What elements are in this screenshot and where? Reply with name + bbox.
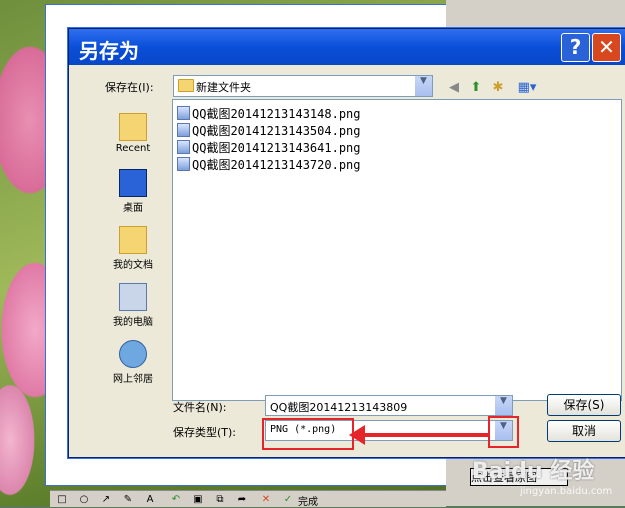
save-in-label: 保存在(I): xyxy=(105,81,154,94)
text-tool-icon[interactable]: A xyxy=(144,494,156,506)
png-file-icon xyxy=(177,123,190,137)
place-label: 我的文档 xyxy=(113,260,153,271)
place-desktop[interactable]: 桌面 xyxy=(100,169,166,214)
filename-label: 文件名(N): xyxy=(173,401,227,414)
png-file-icon xyxy=(177,157,190,171)
desktop-icon xyxy=(119,169,147,197)
list-item[interactable]: QQ截图20141213143504.png xyxy=(177,122,361,138)
places-bar: Recent 桌面 我的文档 我的电脑 网上邻居 xyxy=(100,99,166,399)
network-icon xyxy=(119,340,147,368)
chevron-down-icon[interactable]: ▼ xyxy=(414,76,432,96)
save-as-dialog: 另存为 ? ✕ 保存在(I): 新建文件夹 ▼ ◀ ⬆ ✱ ▦▾ Recent … xyxy=(68,28,625,458)
dialog-titlebar[interactable]: 另存为 ? ✕ xyxy=(69,29,625,65)
done-icon[interactable]: ✓ xyxy=(282,494,294,506)
share-icon[interactable]: ➦ xyxy=(236,494,248,506)
editor-toolbar: □ ○ ↗ ✎ A ↶ ▣ ⧉ ➦ ✕ ✓ 完成 xyxy=(50,490,446,508)
recent-folder-icon xyxy=(119,113,147,141)
place-label: Recent xyxy=(115,143,151,154)
place-computer[interactable]: 我的电脑 xyxy=(100,283,166,328)
filename-field[interactable]: QQ截图20141213143809 ▼ xyxy=(265,395,513,416)
help-button[interactable]: ? xyxy=(561,33,590,62)
cancel-icon[interactable]: ✕ xyxy=(260,494,272,506)
annotation-arrow-line xyxy=(361,433,489,437)
pen-tool-icon[interactable]: ✎ xyxy=(122,494,134,506)
save-icon[interactable]: ▣ xyxy=(192,494,204,506)
dropdown-highlight-box xyxy=(488,416,519,448)
dialog-title: 另存为 xyxy=(79,39,139,63)
arrow-tool-icon[interactable]: ↗ xyxy=(100,494,112,506)
undo-icon[interactable]: ↶ xyxy=(170,494,182,506)
ellipse-tool-icon[interactable]: ○ xyxy=(78,494,90,506)
save-in-combo[interactable]: 新建文件夹 ▼ xyxy=(173,75,433,97)
chevron-down-icon[interactable]: ▼ xyxy=(494,396,512,415)
place-documents[interactable]: 我的文档 xyxy=(100,226,166,271)
my-computer-icon xyxy=(119,283,147,311)
list-item[interactable]: QQ截图20141213143148.png xyxy=(177,105,361,121)
copy-icon[interactable]: ⧉ xyxy=(214,494,226,506)
cancel-button[interactable]: 取消 xyxy=(547,420,621,442)
place-network[interactable]: 网上邻居 xyxy=(100,340,166,385)
new-folder-icon[interactable]: ✱ xyxy=(489,79,507,97)
rectangle-tool-icon[interactable]: □ xyxy=(56,494,68,506)
folder-icon xyxy=(178,79,194,92)
filetype-highlight-box xyxy=(262,418,354,450)
baidu-watermark: Baidu 经验 xyxy=(472,459,595,484)
place-label: 网上邻居 xyxy=(113,374,153,385)
back-icon[interactable]: ◀ xyxy=(445,79,463,97)
my-documents-icon xyxy=(119,226,147,254)
place-recent[interactable]: Recent xyxy=(100,113,166,154)
place-label: 我的电脑 xyxy=(113,317,153,328)
file-list[interactable]: QQ截图20141213143148.png QQ截图2014121314350… xyxy=(172,99,622,401)
list-item[interactable]: QQ截图20141213143641.png xyxy=(177,139,361,155)
png-file-icon xyxy=(177,106,190,120)
list-item[interactable]: QQ截图20141213143720.png xyxy=(177,156,361,172)
png-file-icon xyxy=(177,140,190,154)
baidu-watermark-url: jingyan.baidu.com xyxy=(520,486,613,497)
filetype-label: 保存类型(T): xyxy=(173,426,237,439)
save-in-value: 新建文件夹 xyxy=(196,81,251,94)
up-folder-icon[interactable]: ⬆ xyxy=(467,79,485,97)
view-menu-icon[interactable]: ▦▾ xyxy=(513,79,541,97)
filename-value: QQ截图20141213143809 xyxy=(270,401,408,414)
save-button[interactable]: 保存(S) xyxy=(547,394,621,416)
place-label: 桌面 xyxy=(123,203,143,214)
close-button[interactable]: ✕ xyxy=(592,33,621,62)
